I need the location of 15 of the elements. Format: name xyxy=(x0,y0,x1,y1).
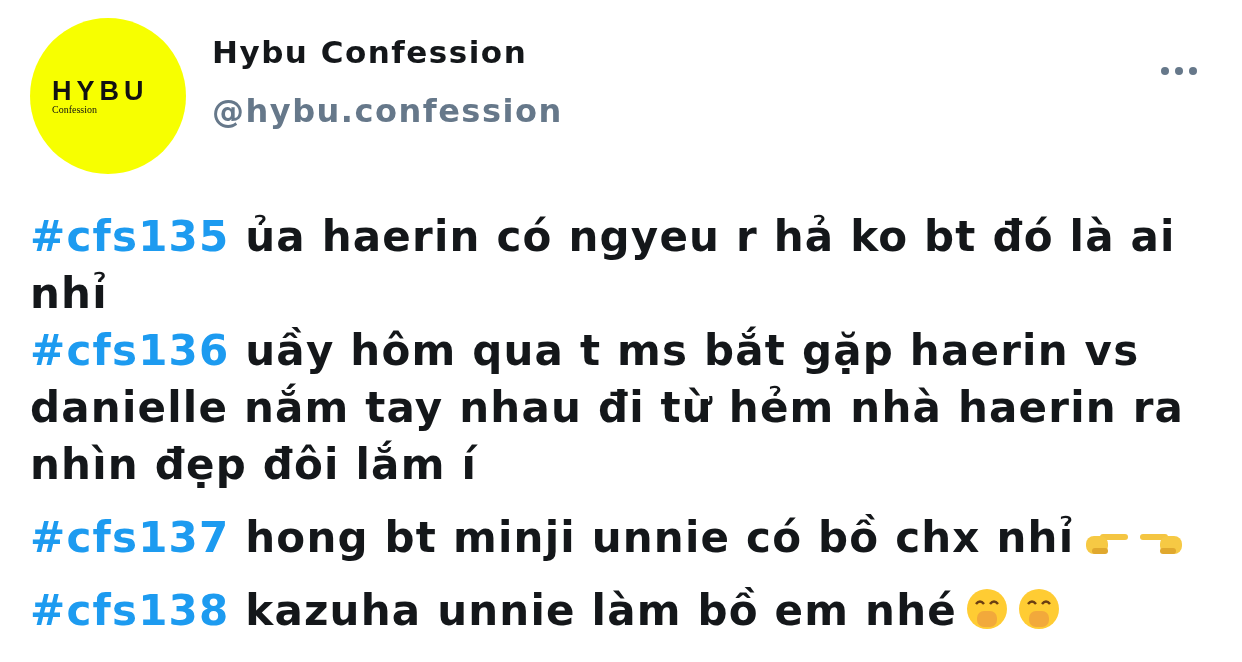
account-name[interactable]: Hybu Confession xyxy=(212,34,1160,70)
confession-text: #cfs136 uầy hôm qua t ms bắt gặp haerin vs danielle nắm tay nhau đi từ hẻm nhà haerin ra nhìn đẹp đôi lắm í xyxy=(30,326,1185,489)
logo-text: HYBU xyxy=(52,77,149,105)
hashtag-link[interactable]: #cfs137 xyxy=(30,513,230,562)
avatar-logo[interactable]: HYBU Confession xyxy=(30,18,186,174)
account-handle[interactable]: @hybu.confession xyxy=(212,92,1160,130)
hashtag-link[interactable]: #cfs138 xyxy=(30,586,230,635)
logo-subtitle: Confession xyxy=(52,104,97,115)
hashtag-link[interactable]: #cfs135 xyxy=(30,212,230,261)
more-icon[interactable] xyxy=(1160,66,1198,76)
face-covering-mouth-icon xyxy=(965,587,1009,631)
confession-text: #cfs138 kazuha unnie làm bồ em nhé xyxy=(30,586,957,635)
hashtag-link[interactable]: #cfs136 xyxy=(30,326,230,375)
confession-text: #cfs137 hong bt minji unnie có bồ chx nhỉ xyxy=(30,513,1075,562)
face-covering-mouth-icon xyxy=(1017,587,1061,631)
